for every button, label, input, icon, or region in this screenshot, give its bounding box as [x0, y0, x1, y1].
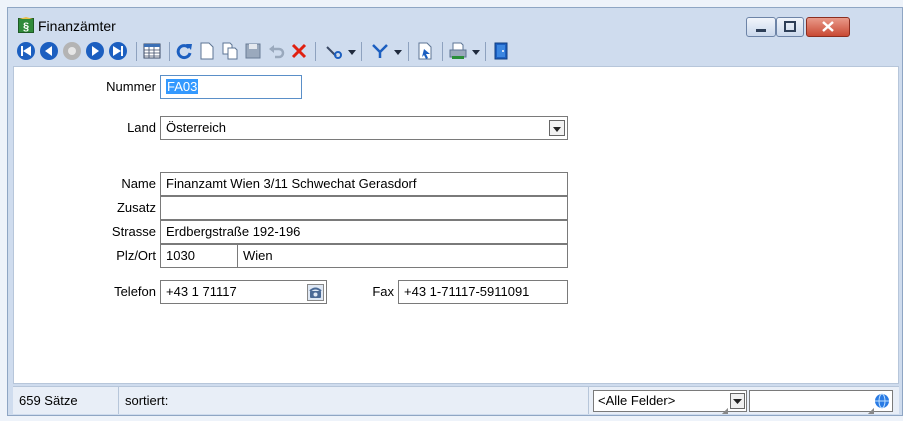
telefon-value: +43 1 71117 [166, 284, 237, 299]
title-bar[interactable]: § Finanzämter [8, 8, 902, 38]
minimize-button[interactable] [746, 17, 776, 37]
name-value: Finanzamt Wien 3/11 Schwechat Gerasdorf [166, 176, 417, 191]
land-dropdown-button[interactable] [549, 120, 565, 136]
toolbar [8, 38, 902, 66]
close-icon [822, 21, 834, 32]
dial-button[interactable] [307, 284, 324, 301]
strasse-label: Strasse [111, 224, 156, 239]
exit-icon[interactable] [491, 41, 511, 61]
record-icon[interactable] [62, 41, 82, 61]
name-field[interactable]: Finanzamt Wien 3/11 Schwechat Gerasdorf [160, 172, 568, 196]
svg-text:§: § [23, 21, 29, 33]
window-title: Finanzämter [38, 18, 116, 34]
new-record-icon[interactable] [197, 41, 217, 61]
last-record-icon[interactable] [108, 41, 128, 61]
fax-field[interactable]: +43 1-71117-5911091 [398, 280, 568, 304]
undo-icon[interactable] [266, 41, 286, 61]
field-filter-dropdown-button[interactable] [730, 393, 745, 409]
tools-icon[interactable] [324, 41, 344, 61]
ort-value: Wien [243, 248, 273, 263]
strasse-field[interactable]: Erdbergstraße 192-196 [160, 220, 568, 244]
strasse-value: Erdbergstraße 192-196 [166, 224, 301, 239]
sort-status: sortiert: [119, 387, 589, 414]
chevron-down-icon [733, 399, 742, 404]
filter-icon[interactable] [370, 41, 390, 61]
nummer-field[interactable]: FA03 [160, 75, 302, 99]
field-filter-select[interactable]: <Alle Felder> ◢ [593, 390, 747, 415]
status-bar: 659 Sätze sortiert: <Alle Felder> ◢ ◢ [13, 386, 899, 415]
search-input[interactable]: ◢ [749, 390, 893, 415]
telefon-field[interactable]: +43 1 71117 [160, 280, 327, 304]
resize-grip-icon: ◢ [721, 406, 728, 415]
chevron-down-icon [553, 127, 561, 132]
minimize-icon [756, 29, 766, 32]
plz-field[interactable]: 1030 [160, 244, 238, 268]
field-filter-value: <Alle Felder> [598, 393, 676, 408]
land-label: Land [127, 120, 156, 135]
phone-icon [309, 287, 322, 298]
record-form: Nummer FA03 Land Österreich Name Finanza… [13, 66, 899, 384]
finanzaemter-window: § Finanzämter Nummer FA03 Land Österreic… [7, 7, 903, 416]
next-record-icon[interactable] [85, 41, 105, 61]
tools-dropdown-icon[interactable] [346, 41, 358, 61]
record-count: 659 Sätze [13, 387, 119, 414]
maximize-icon [784, 21, 796, 32]
ort-field[interactable]: Wien [237, 244, 568, 268]
filter-dropdown-icon[interactable] [392, 41, 404, 61]
search-globe-icon[interactable] [874, 393, 890, 409]
export-icon[interactable] [415, 41, 435, 61]
plzort-label: Plz/Ort [116, 248, 156, 263]
print-icon[interactable] [448, 41, 468, 61]
delete-icon[interactable] [289, 41, 309, 61]
print-dropdown-icon[interactable] [470, 41, 482, 61]
copy-record-icon[interactable] [220, 41, 240, 61]
zusatz-field[interactable] [160, 196, 568, 220]
save-icon[interactable] [243, 41, 263, 61]
refresh-icon[interactable] [174, 41, 194, 61]
close-button[interactable] [806, 17, 850, 37]
table-view-icon[interactable] [142, 41, 162, 61]
fax-label: Fax [372, 284, 394, 299]
nummer-value: FA03 [166, 79, 199, 94]
plz-value: 1030 [166, 248, 195, 263]
telefon-label: Telefon [114, 284, 156, 299]
name-label: Name [121, 176, 156, 191]
nummer-label: Nummer [106, 79, 156, 94]
fax-value: +43 1-71117-5911091 [404, 284, 530, 299]
app-icon: § [18, 17, 34, 33]
zusatz-label: Zusatz [116, 200, 156, 215]
land-value: Österreich [166, 120, 226, 135]
maximize-button[interactable] [776, 17, 804, 37]
land-select[interactable]: Österreich [160, 116, 568, 140]
previous-record-icon[interactable] [39, 41, 59, 61]
first-record-icon[interactable] [16, 41, 36, 61]
